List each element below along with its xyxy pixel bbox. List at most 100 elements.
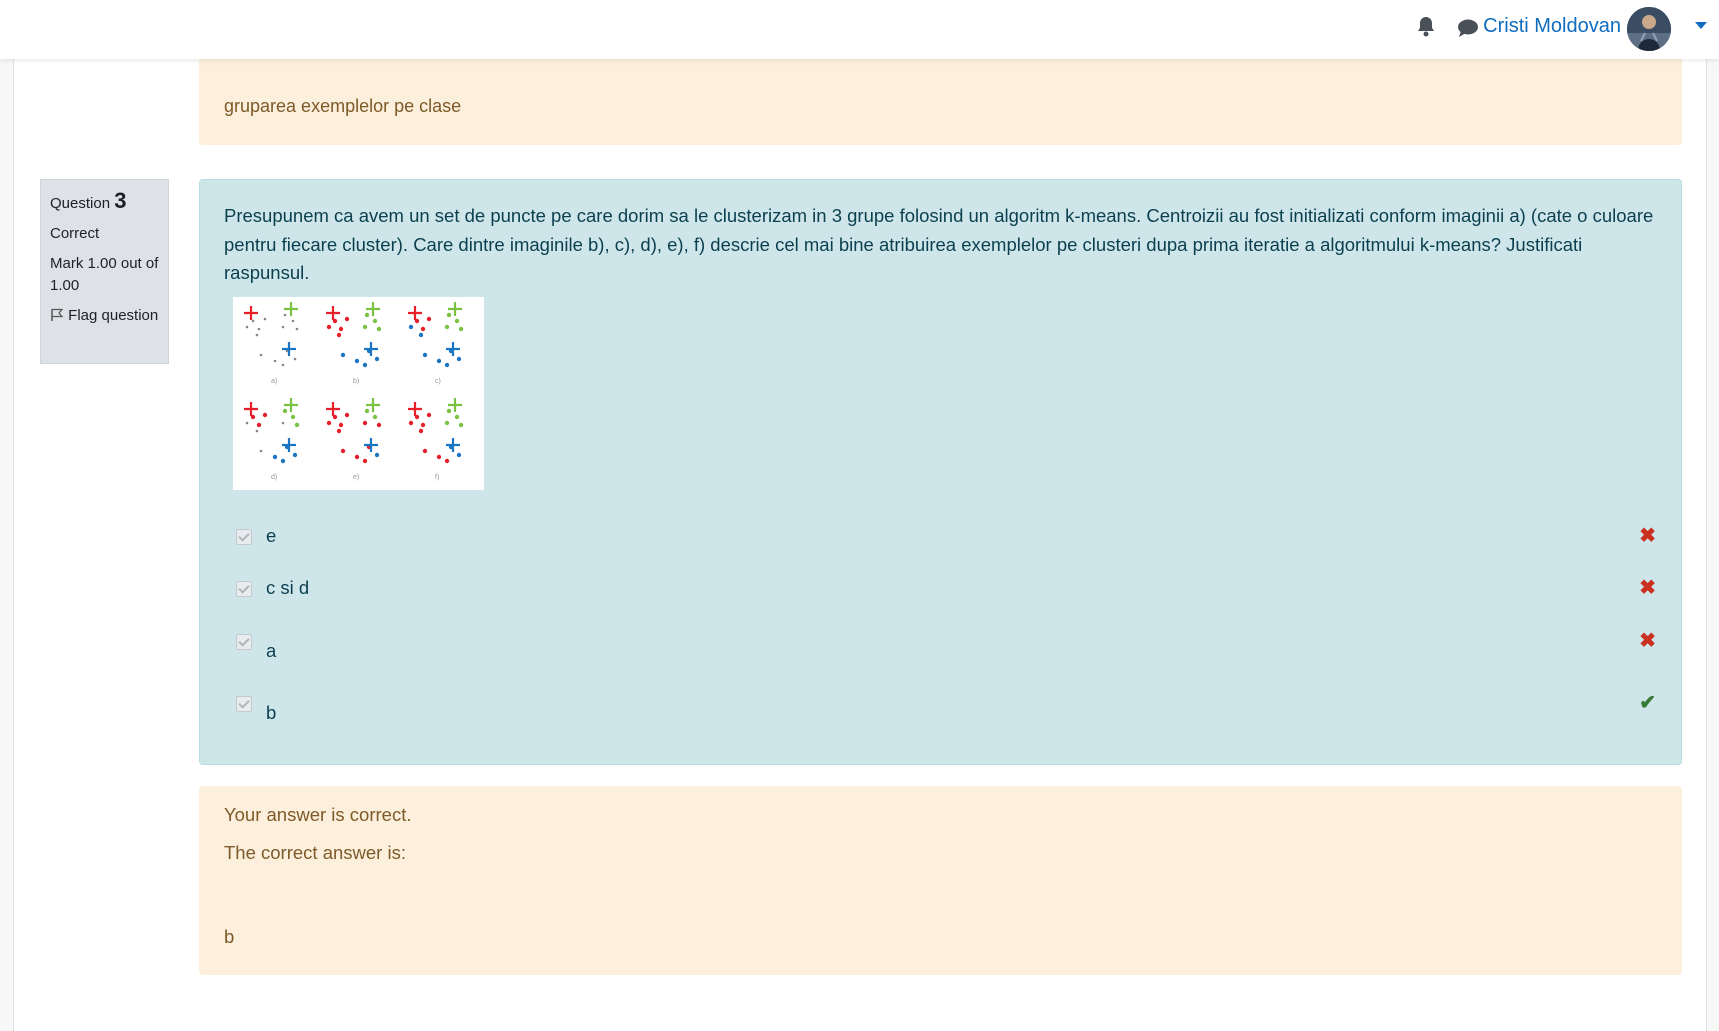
figure-point: [255, 333, 259, 337]
figure-point: [422, 352, 428, 358]
figure-point: [283, 313, 287, 317]
answer-label: a: [266, 640, 277, 661]
figure-point: [344, 412, 350, 418]
figure-point: [376, 326, 382, 332]
answer-option[interactable]: b ✔: [236, 692, 1656, 723]
figure-point: [362, 458, 368, 464]
figure-panel-label: e): [353, 474, 359, 481]
figure-point: [336, 428, 342, 434]
question-image: a) b) c) d) e) f): [233, 297, 484, 490]
flag-question-button[interactable]: Flag question: [50, 305, 168, 327]
answer-checkbox[interactable]: [236, 529, 252, 545]
figure-point: [272, 454, 278, 460]
answer-option[interactable]: c si d ✖: [236, 577, 1656, 607]
figure-panel-label: c): [435, 378, 441, 385]
figure-point: [293, 357, 297, 361]
figure-point: [280, 458, 286, 464]
figure-point: [256, 422, 262, 428]
figure-point: [340, 352, 346, 358]
chat-bubble-icon[interactable]: [1457, 18, 1479, 38]
incorrect-icon: ✖: [1639, 577, 1656, 599]
answer-checkbox[interactable]: [236, 634, 252, 650]
bell-icon[interactable]: [1416, 16, 1436, 38]
figure-point: [444, 362, 450, 368]
figure-point: [338, 422, 344, 428]
flag-question-label: Flag question: [68, 307, 159, 324]
figure-point: [418, 428, 424, 434]
figure-point: [340, 448, 346, 454]
figure-point: [426, 316, 432, 322]
figure-point: [362, 324, 368, 330]
figure-point: [245, 325, 249, 329]
figure-point: [372, 318, 378, 324]
figure-point: [354, 454, 360, 460]
figure-point: [372, 414, 378, 420]
figure-point: [420, 422, 426, 428]
answer-checkbox[interactable]: [236, 581, 252, 597]
question-label: Question: [50, 195, 111, 212]
figure-point: [374, 356, 380, 362]
figure-point: [273, 359, 277, 363]
kmeans-clusters-figure: a) b) c) d) e) f): [233, 297, 484, 490]
figure-point: [444, 420, 450, 426]
figure-point: [263, 317, 267, 321]
question-text: Presupunem ca avem un set de puncte pe c…: [224, 205, 1654, 283]
flag-icon: [51, 308, 64, 321]
question-grade: Mark 1.00 out of 1.00: [50, 255, 159, 294]
figure-point: [408, 420, 414, 426]
figure-panel-label: a): [271, 378, 277, 385]
figure-point: [326, 324, 332, 330]
figure-point: [336, 332, 342, 338]
figure-panel-label: f): [435, 474, 439, 481]
incorrect-icon: ✖: [1639, 630, 1656, 652]
avatar-image: [1627, 7, 1671, 51]
answer-checkbox[interactable]: [236, 696, 252, 712]
figure-point: [281, 421, 285, 425]
figure-point: [444, 458, 450, 464]
answer-label: b: [266, 702, 277, 723]
figure-point: [326, 420, 332, 426]
figure-point: [290, 414, 296, 420]
previous-correct-answer: gruparea exemplelor pe clase: [224, 96, 462, 116]
figure-point: [251, 319, 255, 323]
question-state: Correct: [50, 225, 100, 242]
figure-point: [422, 448, 428, 454]
avatar[interactable]: [1627, 7, 1671, 51]
figure-point: [362, 420, 368, 426]
figure-point: [364, 408, 370, 414]
figure-point: [245, 421, 249, 425]
figure-point: [458, 326, 464, 332]
figure-point: [281, 363, 285, 367]
figure-point: [295, 327, 299, 331]
answer-option[interactable]: a ✖: [236, 630, 1656, 661]
figure-point: [364, 312, 370, 318]
question-outcome: Your answer is correct. The correct answ…: [199, 786, 1682, 975]
figure-point: [418, 332, 424, 338]
figure-point: [376, 422, 382, 428]
figure-point: [292, 452, 298, 458]
figure-point: [262, 412, 268, 418]
figure-point: [408, 324, 414, 330]
figure-point: [338, 326, 344, 332]
figure-point: [446, 312, 452, 318]
question-formulation: Presupunem ca avem un set de puncte pe c…: [199, 179, 1682, 765]
figure-point: [420, 326, 426, 332]
figure-point: [362, 362, 368, 368]
figure-point: [436, 454, 442, 460]
figure-panel-label: d): [271, 474, 277, 481]
figure-point: [282, 408, 288, 414]
answer-option[interactable]: e ✖: [236, 525, 1656, 555]
figure-point: [294, 422, 300, 428]
figure-point: [344, 316, 350, 322]
figure-point: [374, 452, 380, 458]
incorrect-icon: ✖: [1639, 525, 1656, 547]
figure-point: [257, 327, 261, 331]
top-navbar: Cristi Moldovan: [0, 0, 1719, 59]
correct-icon: ✔: [1639, 692, 1656, 714]
figure-point: [436, 358, 442, 364]
user-name-link[interactable]: Cristi Moldovan: [1483, 15, 1621, 38]
figure-point: [454, 414, 460, 420]
figure-point: [281, 325, 285, 329]
figure-point: [354, 358, 360, 364]
caret-down-icon[interactable]: [1695, 22, 1707, 30]
